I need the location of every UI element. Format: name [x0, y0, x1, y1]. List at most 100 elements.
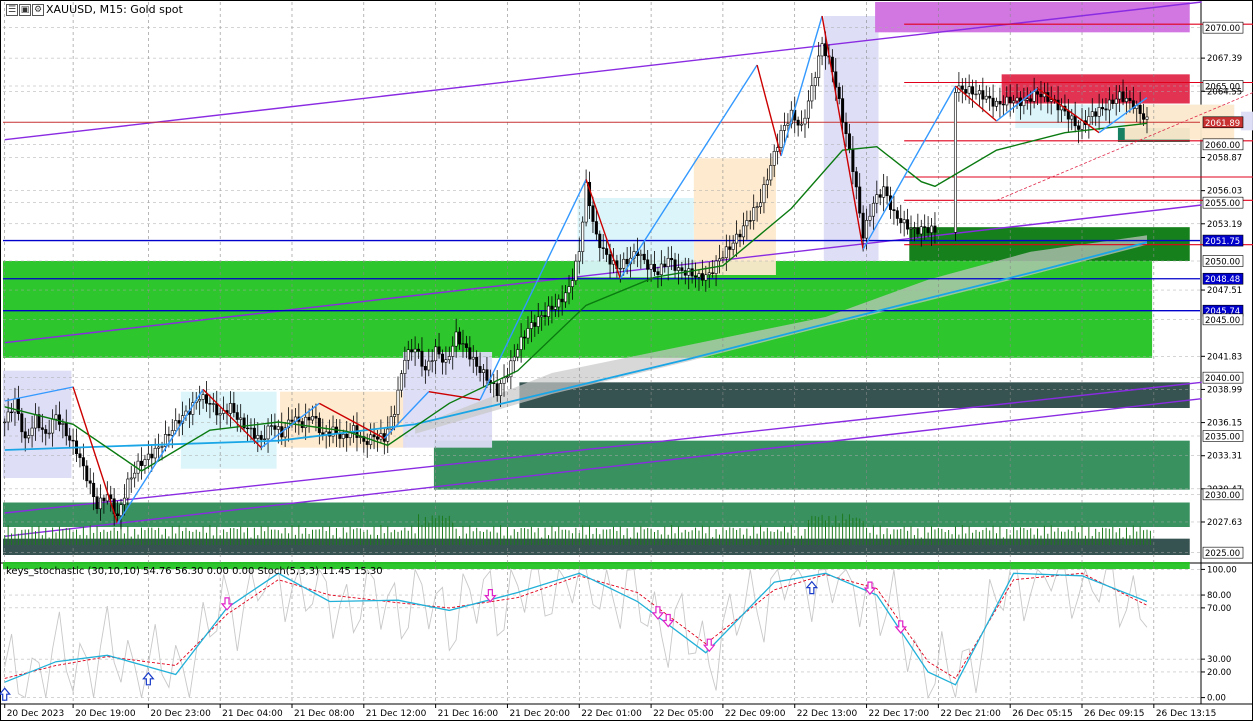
candle-body-71 — [246, 427, 250, 430]
candle-body-141 — [485, 369, 489, 381]
candle-body-318 — [1090, 111, 1094, 117]
candle-body-77 — [266, 425, 270, 440]
candle-body-192 — [659, 263, 663, 276]
candle-body-198 — [680, 267, 684, 271]
candle-body-28 — [98, 497, 102, 510]
candle-body-62 — [215, 403, 219, 416]
candle-body-60 — [208, 403, 212, 405]
candle-body-172 — [591, 205, 595, 222]
candle-body-57 — [198, 399, 202, 402]
candle-body-285 — [977, 90, 981, 95]
price-label-20: 2035.00 — [1205, 433, 1240, 443]
candle-body-51 — [177, 420, 181, 424]
candle-body-90 — [311, 416, 315, 421]
candle-body-313 — [1073, 115, 1077, 127]
candle-body-291 — [998, 100, 1002, 105]
candle-body-27 — [95, 496, 99, 510]
candle-body-117 — [403, 359, 407, 374]
candle-body-50 — [174, 420, 178, 431]
buy-arrow-2 — [805, 580, 819, 595]
candle-body-334 — [1145, 116, 1149, 120]
candle-body-168 — [577, 251, 581, 262]
candle-body-4 — [16, 398, 20, 415]
candle-body-78 — [269, 425, 273, 427]
chart-image-icon[interactable]: ▣ — [19, 4, 31, 16]
candle-body-48 — [167, 434, 171, 436]
candle-body-75 — [259, 435, 263, 440]
price-label-24: 2027.63 — [1207, 518, 1242, 528]
candle-body-44 — [153, 447, 157, 459]
candle-body-217 — [745, 220, 749, 227]
candle-body-158 — [543, 315, 547, 317]
candle-body-100 — [345, 433, 349, 439]
candle-body-191 — [656, 271, 660, 276]
price-label-16: 2041.83 — [1207, 352, 1242, 362]
candle-body-245 — [841, 98, 845, 123]
time-label-11: 22 Dec 13:00 — [797, 709, 858, 719]
candle-291 — [998, 87, 1002, 118]
candle-body-244 — [837, 86, 841, 99]
candle-body-260 — [892, 209, 896, 211]
osc-label-1: 80.00 — [1207, 591, 1231, 601]
candle-body-128 — [440, 353, 444, 363]
stoch-signal-line — [4, 572, 1148, 680]
candle-body-250 — [858, 186, 862, 214]
candle-24 — [85, 460, 89, 488]
candle-body-233 — [800, 123, 804, 126]
candle-body-266 — [912, 227, 916, 229]
sell-arrow-1 — [484, 589, 497, 603]
candle-body-296 — [1015, 97, 1019, 102]
stoch-fast-line — [4, 567, 1148, 700]
candle-body-251 — [861, 212, 865, 239]
candle-body-223 — [765, 179, 769, 185]
candle-body-61 — [211, 403, 215, 405]
candle-body-115 — [396, 389, 400, 415]
candle-body-256 — [878, 194, 882, 198]
price-label-6: 2058.87 — [1207, 154, 1242, 164]
candle-body-58 — [201, 394, 205, 400]
candle-body-193 — [663, 263, 667, 267]
candle-body-262 — [899, 218, 903, 224]
lavender-box-left — [3, 370, 72, 478]
candle-body-39 — [136, 460, 140, 474]
candle-body-181 — [622, 258, 626, 269]
candle-body-220 — [755, 206, 759, 208]
candle-body-139 — [478, 366, 482, 373]
candle-body-116 — [399, 373, 403, 391]
candle-body-248 — [851, 148, 855, 172]
candle-body-177 — [608, 254, 612, 265]
candle-238 — [817, 41, 821, 87]
chart-menu-icon[interactable]: ☰ — [6, 4, 18, 16]
candle-body-121 — [417, 348, 421, 352]
time-label-5: 21 Dec 12:00 — [366, 709, 427, 719]
price-label-1: 2067.39 — [1207, 54, 1242, 64]
candle-25 — [88, 468, 92, 495]
candle-body-130 — [447, 356, 451, 360]
price-label-19: 2036.15 — [1207, 419, 1242, 429]
candle-body-207 — [711, 272, 715, 274]
price-label-4: 2061.89 — [1205, 119, 1240, 129]
candle-body-67 — [232, 403, 236, 413]
osc-label-2: 70.00 — [1207, 604, 1231, 614]
candle-body-202 — [694, 275, 698, 278]
candle-body-162 — [557, 298, 561, 308]
candle-body-321 — [1101, 107, 1105, 110]
candle-body-283 — [971, 86, 975, 95]
candle-231 — [793, 96, 797, 134]
candle-body-146 — [502, 377, 506, 384]
time-label-4: 21 Dec 08:00 — [294, 709, 355, 719]
candle-body-298 — [1022, 99, 1026, 107]
candle-body-216 — [741, 225, 745, 238]
candle-body-136 — [468, 347, 472, 360]
chart-settings-icon[interactable]: ⚙ — [32, 4, 44, 16]
candle-body-165 — [567, 286, 571, 294]
candle-body-153 — [526, 328, 530, 339]
candle-body-24 — [85, 465, 89, 482]
candle-body-333 — [1142, 113, 1146, 120]
candle-body-229 — [786, 123, 790, 126]
candle-body-214 — [735, 233, 739, 244]
candle-281 — [964, 77, 968, 101]
price-chart: 138.2100.061.838.223.60.02070.002067.392… — [0, 0, 1253, 721]
candle-body-206 — [707, 272, 711, 276]
candle-body-189 — [649, 263, 653, 270]
